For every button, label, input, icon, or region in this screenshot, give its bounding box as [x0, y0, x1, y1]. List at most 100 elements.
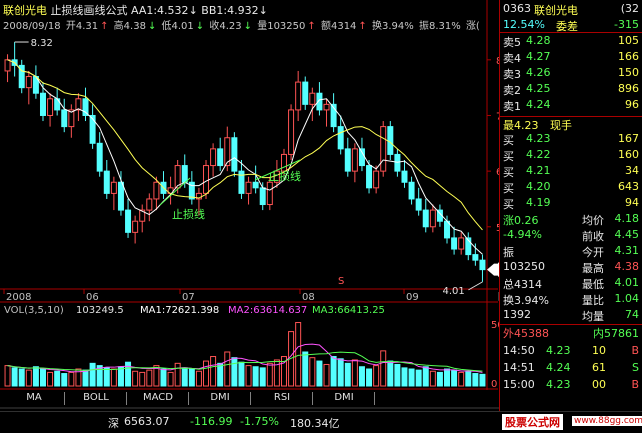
up-arrow-icon: ↑ — [358, 21, 367, 32]
volume-bar — [387, 360, 394, 387]
quote-panel: 0363 联创光电 (32 12.54% 委差 -315 卖5 4.28 105 卖4… — [499, 0, 642, 414]
stock-name[interactable]: 联创光电 — [3, 4, 47, 17]
buy-price: 4.21 — [526, 164, 551, 177]
tick-row: 14:51 4.24 61 S — [500, 361, 642, 375]
index-name[interactable]: 深 — [108, 415, 119, 431]
sell-price: 4.24 — [526, 98, 551, 111]
volume-bar — [167, 371, 174, 387]
volume-bar — [344, 362, 351, 387]
outer-inner-row: 外45388 内57861 — [500, 324, 642, 340]
candle-body — [75, 98, 82, 111]
volume-bar — [61, 373, 68, 387]
candle-body — [309, 92, 316, 105]
stat-row: 总4314 最低 4.01 — [500, 276, 642, 291]
volume-bar — [195, 370, 202, 387]
buy-price: 4.19 — [526, 196, 551, 209]
quote-header: 0363 联创光电 (32 — [500, 2, 642, 17]
tick-row: 15:00 4.23 00 B — [500, 378, 642, 392]
tab-macd[interactable]: MACD — [128, 392, 189, 405]
volume-bar — [429, 370, 436, 387]
volume-bar — [146, 369, 153, 387]
tab-dmi[interactable]: DMI — [190, 392, 251, 405]
volume-bar — [238, 361, 245, 387]
tab-dmi[interactable]: DMI — [314, 392, 375, 405]
down-arrow-icon: ↓ — [188, 4, 198, 17]
volume-bar — [351, 359, 358, 387]
tick-time: 15:00 — [503, 378, 535, 391]
volume-bar — [39, 368, 46, 387]
sell-price: 4.25 — [526, 82, 551, 95]
time-axis-label: 07 — [182, 292, 195, 303]
volume-value: 103249.5 — [76, 305, 124, 316]
stat-left: 振 — [503, 246, 514, 259]
inner-volume: 内57861 — [593, 327, 639, 340]
ratio-row: 12.54% 委差 -315 — [500, 18, 642, 33]
tab-boll[interactable]: BOLL — [66, 392, 127, 405]
candle-body — [252, 181, 259, 189]
time-axis-label: 08 — [302, 292, 315, 303]
tick-volume: 10 — [592, 344, 606, 357]
volume-bar — [103, 367, 110, 387]
buy-level-row: 买 4.21 34 — [500, 164, 642, 179]
ratio-label: 委差 — [556, 20, 578, 33]
index-amount: 180.34亿 — [290, 417, 340, 430]
volume-bar — [11, 367, 18, 387]
buy-level-row: 买 4.20 643 — [500, 180, 642, 195]
candle-body — [472, 254, 479, 261]
candle-body — [110, 181, 117, 194]
buy-price: 4.20 — [526, 180, 551, 193]
candle-body — [380, 126, 387, 172]
stop-loss-label: 止损线 — [172, 207, 205, 221]
volume-bar — [358, 366, 365, 387]
stat-value: 74 — [625, 308, 639, 321]
candle-body — [153, 181, 160, 200]
stat-left: 103250 — [503, 260, 545, 273]
code-suffix: (32 — [620, 2, 639, 15]
candle-body — [451, 237, 458, 250]
volume-bar — [117, 366, 124, 387]
tick-time: 14:50 — [503, 344, 535, 357]
candle-body — [132, 220, 139, 233]
up-arrow-icon: ↑ — [307, 21, 316, 32]
bar-date: 2008/09/18 — [3, 21, 61, 32]
ratio-value: -315 — [614, 18, 639, 31]
volume-bar — [82, 369, 89, 387]
site-url[interactable]: www.88gg.com — [572, 416, 642, 426]
stat-value: 4.38 — [614, 260, 640, 273]
volume-bar — [47, 371, 54, 387]
candle-body — [217, 148, 224, 167]
candle-body — [422, 209, 429, 228]
tab-rsi[interactable]: RSI — [252, 392, 313, 405]
volume-bar — [210, 356, 217, 387]
volume-bar — [401, 367, 408, 387]
candle-body — [245, 181, 252, 194]
stat-label: 最低 — [582, 278, 604, 291]
volume-ma1: MA1:72621.398 — [140, 305, 219, 316]
site-logo[interactable]: 股票公式网 — [502, 414, 563, 430]
sell-level-row: 卖3 4.26 150 — [500, 66, 642, 81]
tick-side: B — [631, 378, 639, 391]
stop-loss-label: 止损线 — [268, 169, 301, 183]
tab-ma[interactable]: MA — [4, 392, 65, 405]
time-axis-label: 2008 — [6, 292, 31, 303]
volume-bar — [139, 371, 146, 387]
down-arrow-icon: ↓ — [243, 21, 253, 32]
volume-bar — [330, 356, 337, 387]
stat-left: 换3.94% — [503, 294, 549, 307]
candle-body — [238, 170, 245, 194]
volume-bar — [394, 363, 401, 387]
candle-body — [259, 187, 266, 206]
bb1-value: BB1:4.932 — [201, 4, 259, 17]
stat-row: 涨0.26 均价 4.18 — [500, 212, 642, 227]
sell-level-row: 卖4 4.27 166 — [500, 50, 642, 65]
volume-bar — [309, 357, 316, 387]
bar-turnover: 换3.94% — [372, 21, 414, 32]
sell-volume: 105 — [618, 34, 639, 47]
candle-body — [266, 181, 273, 206]
candle-body — [82, 98, 89, 116]
sell-volume: 96 — [625, 98, 639, 111]
volume-bar — [68, 371, 75, 387]
candle-body — [210, 148, 217, 167]
tick-price: 4.23 — [546, 344, 571, 357]
candle-body — [146, 198, 153, 211]
